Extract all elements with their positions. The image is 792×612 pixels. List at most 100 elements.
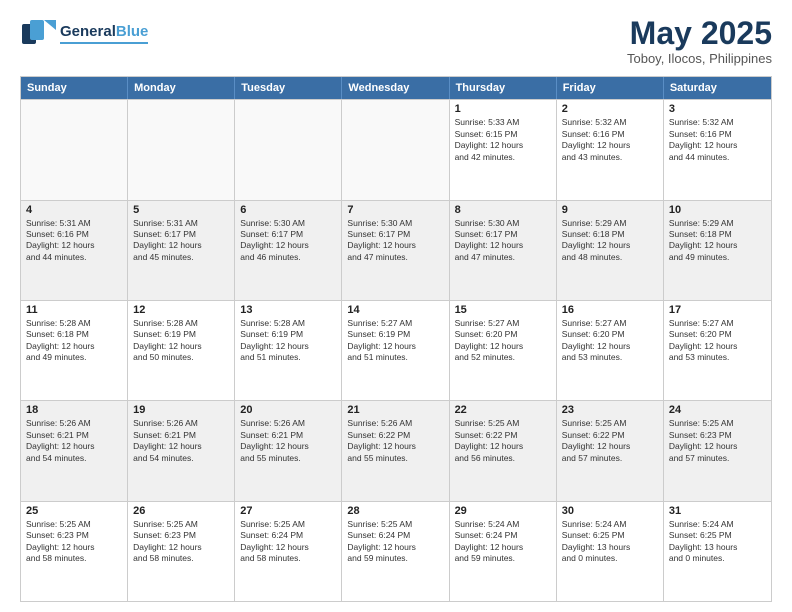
logo-general: General	[60, 23, 116, 40]
day-number: 15	[455, 304, 551, 316]
day-number: 2	[562, 103, 658, 115]
calendar-cell: 19 Sunrise: 5:26 AM Sunset: 6:21 PM Dayli…	[128, 401, 235, 500]
calendar-cell: 26Sunrise: 5:25 AM Sunset: 6:23 PM Dayli…	[128, 502, 235, 601]
cell-info: Sunrise: 5:27 AM Sunset: 6:20 PM Dayligh…	[669, 318, 766, 364]
day-number: 18	[26, 404, 122, 416]
calendar-cell: 16Sunrise: 5:27 AM Sunset: 6:20 PM Dayli…	[557, 301, 664, 400]
cell-info: Sunrise: 5:25 AM Sunset: 6:23 PM Dayligh…	[133, 519, 229, 565]
cell-info: Sunrise: 5:29 AM Sunset: 6:18 PM Dayligh…	[562, 218, 658, 264]
cell-info: Sunrise: 5:28 AM Sunset: 6:18 PM Dayligh…	[26, 318, 122, 364]
calendar-cell: 27Sunrise: 5:25 AM Sunset: 6:24 PM Dayli…	[235, 502, 342, 601]
calendar-cell: 6Sunrise: 5:30 AM Sunset: 6:17 PM Daylig…	[235, 201, 342, 300]
day-number: 11	[26, 304, 122, 316]
calendar-cell: 22Sunrise: 5:25 AM Sunset: 6:22 PM Dayli…	[450, 401, 557, 500]
day-number: 20	[240, 404, 336, 416]
cell-info: Sunrise: 5:30 AM Sunset: 6:17 PM Dayligh…	[240, 218, 336, 264]
calendar-cell	[342, 100, 449, 199]
calendar-cell: 3 Sunrise: 5:32 AM Sunset: 6:16 PM Daylig…	[664, 100, 771, 199]
cell-info: Sunrise: 5:30 AM Sunset: 6:17 PM Dayligh…	[347, 218, 443, 264]
calendar-row-2: 4 Sunrise: 5:31 AM Sunset: 6:16 PM Daylig…	[21, 200, 771, 300]
calendar-body: 1 Sunrise: 5:33 AM Sunset: 6:15 PM Daylig…	[21, 99, 771, 601]
cell-info: Sunrise: 5:25 AM Sunset: 6:22 PM Dayligh…	[455, 418, 551, 464]
header-thursday: Thursday	[450, 77, 557, 99]
cell-info: Sunrise: 5:25 AM Sunset: 6:24 PM Dayligh…	[240, 519, 336, 565]
calendar-cell: 23 Sunrise: 5:25 AM Sunset: 6:22 PM Dayli…	[557, 401, 664, 500]
day-number: 24	[669, 404, 766, 416]
day-number: 21	[347, 404, 443, 416]
cell-info: Sunrise: 5:24 AM Sunset: 6:25 PM Dayligh…	[669, 519, 766, 565]
day-number: 17	[669, 304, 766, 316]
cell-info: Sunrise: 5:26 AM Sunset: 6:21 PM Dayligh…	[240, 418, 336, 464]
calendar-cell: 11 Sunrise: 5:28 AM Sunset: 6:18 PM Dayli…	[21, 301, 128, 400]
cell-info: Sunrise: 5:33 AM Sunset: 6:15 PM Dayligh…	[455, 117, 551, 163]
day-number: 13	[240, 304, 336, 316]
calendar-cell: 29 Sunrise: 5:24 AM Sunset: 6:24 PM Dayli…	[450, 502, 557, 601]
header-tuesday: Tuesday	[235, 77, 342, 99]
calendar-cell: 4 Sunrise: 5:31 AM Sunset: 6:16 PM Daylig…	[21, 201, 128, 300]
day-number: 16	[562, 304, 658, 316]
cell-info: Sunrise: 5:31 AM Sunset: 6:17 PM Dayligh…	[133, 218, 229, 264]
header-wednesday: Wednesday	[342, 77, 449, 99]
calendar-cell: 30 Sunrise: 5:24 AM Sunset: 6:25 PM Dayli…	[557, 502, 664, 601]
cell-info: Sunrise: 5:26 AM Sunset: 6:22 PM Dayligh…	[347, 418, 443, 464]
calendar-cell: 10 Sunrise: 5:29 AM Sunset: 6:18 PM Dayli…	[664, 201, 771, 300]
day-number: 28	[347, 505, 443, 517]
day-number: 14	[347, 304, 443, 316]
cell-info: Sunrise: 5:29 AM Sunset: 6:18 PM Dayligh…	[669, 218, 766, 264]
day-number: 30	[562, 505, 658, 517]
cell-info: Sunrise: 5:25 AM Sunset: 6:22 PM Dayligh…	[562, 418, 658, 464]
calendar-cell: 14 Sunrise: 5:27 AM Sunset: 6:19 PM Dayli…	[342, 301, 449, 400]
day-number: 4	[26, 204, 122, 216]
day-number: 1	[455, 103, 551, 115]
calendar-cell: 31Sunrise: 5:24 AM Sunset: 6:25 PM Dayli…	[664, 502, 771, 601]
calendar-cell: 28 Sunrise: 5:25 AM Sunset: 6:24 PM Dayli…	[342, 502, 449, 601]
location: Toboy, Ilocos, Philippines	[627, 51, 772, 66]
title-area: May 2025 Toboy, Ilocos, Philippines	[627, 16, 772, 66]
calendar-cell: 8Sunrise: 5:30 AM Sunset: 6:17 PM Daylig…	[450, 201, 557, 300]
logo: GeneralBlue	[20, 16, 148, 52]
cell-info: Sunrise: 5:26 AM Sunset: 6:21 PM Dayligh…	[133, 418, 229, 464]
calendar-row-1: 1 Sunrise: 5:33 AM Sunset: 6:15 PM Daylig…	[21, 99, 771, 199]
calendar-cell: 24 Sunrise: 5:25 AM Sunset: 6:23 PM Dayli…	[664, 401, 771, 500]
calendar-cell: 21 Sunrise: 5:26 AM Sunset: 6:22 PM Dayli…	[342, 401, 449, 500]
calendar-cell	[21, 100, 128, 199]
calendar-row-5: 25 Sunrise: 5:25 AM Sunset: 6:23 PM Dayli…	[21, 501, 771, 601]
calendar-cell: 5Sunrise: 5:31 AM Sunset: 6:17 PM Daylig…	[128, 201, 235, 300]
calendar-cell: 1 Sunrise: 5:33 AM Sunset: 6:15 PM Daylig…	[450, 100, 557, 199]
month-title: May 2025	[627, 16, 772, 51]
cell-info: Sunrise: 5:27 AM Sunset: 6:19 PM Dayligh…	[347, 318, 443, 364]
cell-info: Sunrise: 5:27 AM Sunset: 6:20 PM Dayligh…	[455, 318, 551, 364]
day-number: 19	[133, 404, 229, 416]
calendar-cell: 12 Sunrise: 5:28 AM Sunset: 6:19 PM Dayli…	[128, 301, 235, 400]
day-number: 23	[562, 404, 658, 416]
header: GeneralBlue May 2025 Toboy, Ilocos, Phil…	[20, 16, 772, 66]
calendar: Sunday Monday Tuesday Wednesday Thursday…	[20, 76, 772, 602]
cell-info: Sunrise: 5:28 AM Sunset: 6:19 PM Dayligh…	[240, 318, 336, 364]
calendar-cell: 2Sunrise: 5:32 AM Sunset: 6:16 PM Daylig…	[557, 100, 664, 199]
header-monday: Monday	[128, 77, 235, 99]
calendar-cell: 7 Sunrise: 5:30 AM Sunset: 6:17 PM Daylig…	[342, 201, 449, 300]
calendar-row-4: 18 Sunrise: 5:26 AM Sunset: 6:21 PM Dayli…	[21, 400, 771, 500]
cell-info: Sunrise: 5:31 AM Sunset: 6:16 PM Dayligh…	[26, 218, 122, 264]
calendar-cell: 25Sunrise: 5:25 AM Sunset: 6:23 PM Dayli…	[21, 502, 128, 601]
cell-info: Sunrise: 5:24 AM Sunset: 6:25 PM Dayligh…	[562, 519, 658, 565]
day-number: 3	[669, 103, 766, 115]
day-number: 10	[669, 204, 766, 216]
day-number: 29	[455, 505, 551, 517]
day-number: 12	[133, 304, 229, 316]
calendar-cell	[128, 100, 235, 199]
cell-info: Sunrise: 5:32 AM Sunset: 6:16 PM Dayligh…	[669, 117, 766, 163]
cell-info: Sunrise: 5:28 AM Sunset: 6:19 PM Dayligh…	[133, 318, 229, 364]
calendar-header: Sunday Monday Tuesday Wednesday Thursday…	[21, 77, 771, 99]
day-number: 7	[347, 204, 443, 216]
page: GeneralBlue May 2025 Toboy, Ilocos, Phil…	[0, 0, 792, 612]
calendar-cell: 9Sunrise: 5:29 AM Sunset: 6:18 PM Daylig…	[557, 201, 664, 300]
day-number: 25	[26, 505, 122, 517]
header-friday: Friday	[557, 77, 664, 99]
calendar-row-3: 11 Sunrise: 5:28 AM Sunset: 6:18 PM Dayli…	[21, 300, 771, 400]
calendar-cell: 20 Sunrise: 5:26 AM Sunset: 6:21 PM Dayli…	[235, 401, 342, 500]
calendar-cell: 17 Sunrise: 5:27 AM Sunset: 6:20 PM Dayli…	[664, 301, 771, 400]
cell-info: Sunrise: 5:25 AM Sunset: 6:23 PM Dayligh…	[669, 418, 766, 464]
cell-info: Sunrise: 5:24 AM Sunset: 6:24 PM Dayligh…	[455, 519, 551, 565]
cell-info: Sunrise: 5:25 AM Sunset: 6:24 PM Dayligh…	[347, 519, 443, 565]
